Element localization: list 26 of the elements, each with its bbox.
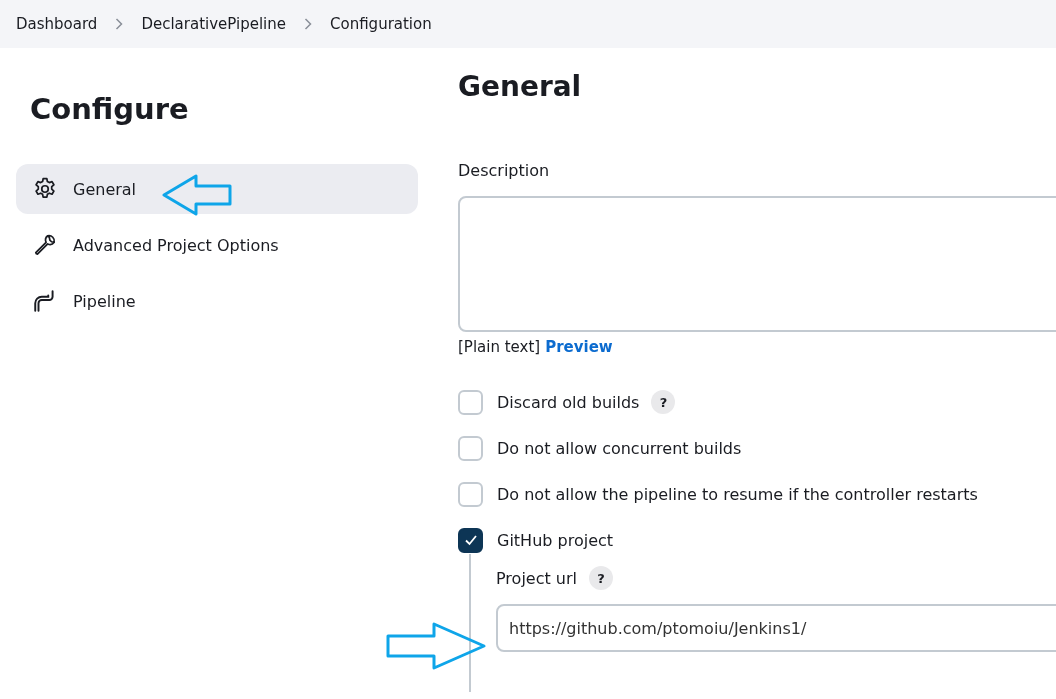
description-field[interactable]	[458, 196, 1056, 332]
breadcrumb-link[interactable]: DeclarativePipeline	[141, 15, 286, 33]
checkbox-label: Do not allow concurrent builds	[497, 438, 742, 458]
field-label: Project url	[496, 568, 577, 588]
preview-link[interactable]: Preview	[545, 338, 613, 356]
checkmark-icon	[463, 534, 478, 546]
chevron-right-icon	[304, 18, 312, 30]
arrow-annotation	[162, 174, 234, 216]
sidebar-title: Configure	[30, 92, 190, 126]
wrench-icon	[32, 232, 58, 258]
help-button[interactable]: ?	[589, 566, 613, 590]
url-field[interactable]: https://github.com/ptomoiu/Jenkins1/	[496, 604, 1056, 652]
breadcrumb-link[interactable]: Configuration	[330, 15, 432, 33]
field-label: Description	[458, 161, 551, 180]
checkbox-label: GitHub project	[497, 530, 614, 550]
checkbox-label: Do not allow the pipeline to resume if the controller restarts	[497, 484, 978, 504]
help-button[interactable]: ?	[651, 390, 676, 414]
section-title: General	[458, 70, 583, 103]
sidebar-item[interactable]: Advanced Project Options	[16, 220, 418, 270]
checkbox[interactable]	[458, 527, 483, 553]
breadcrumb-link[interactable]: Dashboard	[16, 15, 98, 33]
format-note: [Plain text]	[458, 338, 541, 356]
chevron-right-icon	[115, 18, 124, 30]
sidebar-item[interactable]: General	[16, 164, 418, 214]
sidebar-item[interactable]: Pipeline	[16, 276, 418, 326]
checkbox-label: Discard old builds	[497, 392, 640, 412]
